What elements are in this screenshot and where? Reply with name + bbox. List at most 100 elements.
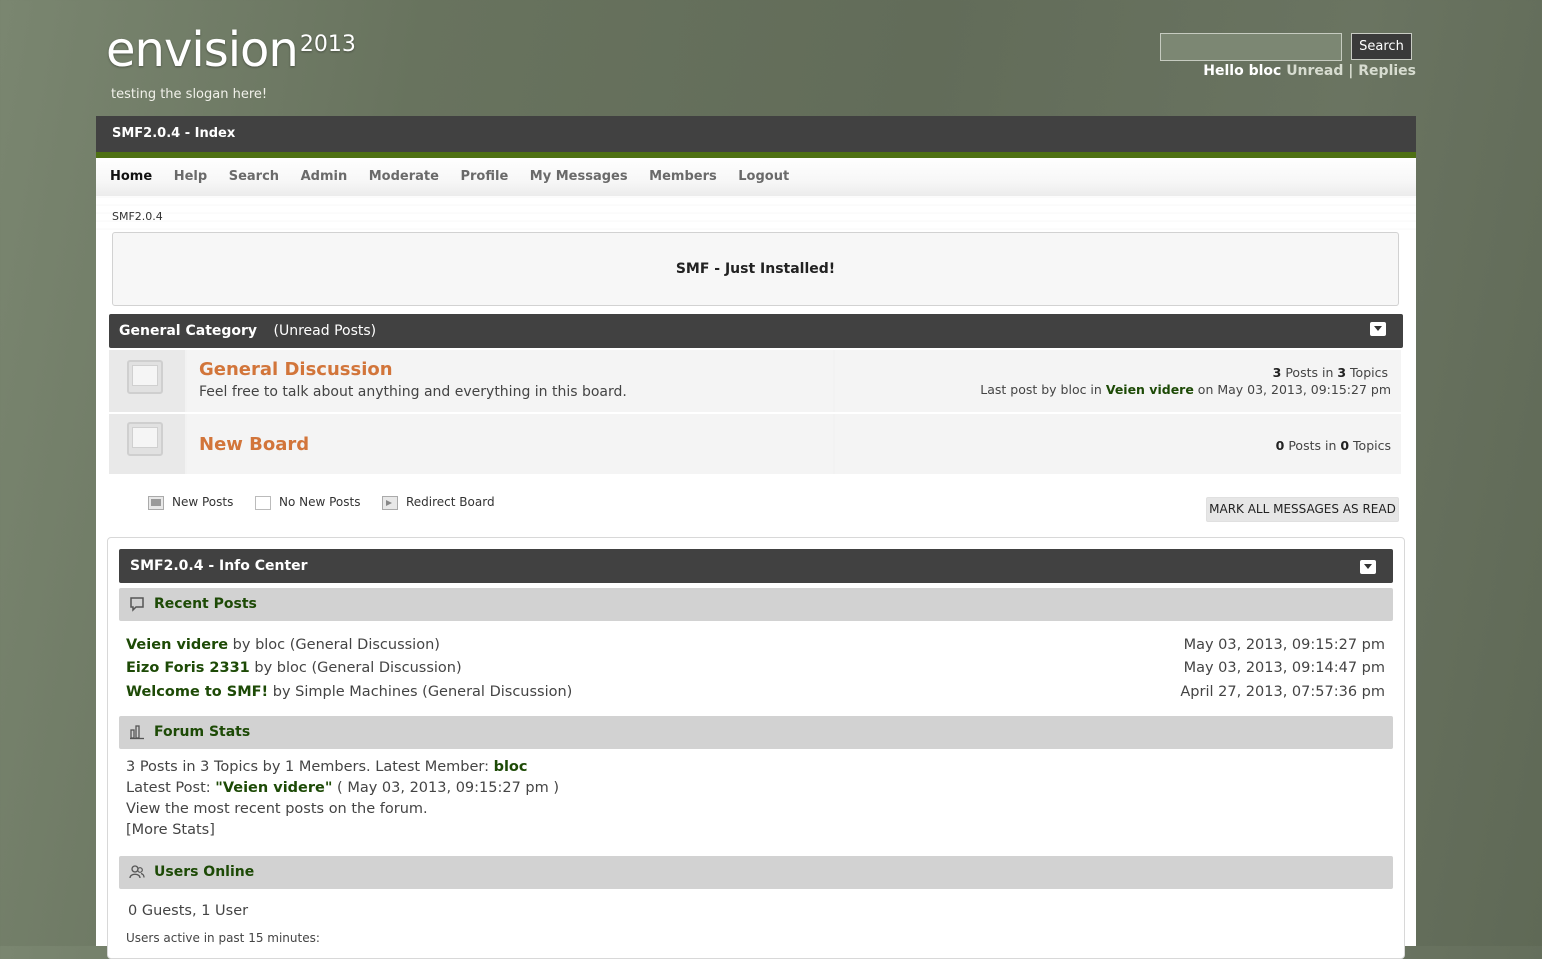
board-stats-cell: 0 Posts in 0 Topics bbox=[835, 414, 1401, 474]
mark-all-read-button[interactable]: MARK ALL MESSAGES AS READ bbox=[1206, 497, 1399, 522]
post-count: 3 bbox=[1272, 365, 1282, 380]
nav-help[interactable]: Help bbox=[174, 158, 207, 196]
board-row: General Discussion Feel free to talk abo… bbox=[109, 350, 1401, 412]
users-online-header: Users Online bbox=[119, 856, 1393, 889]
nav-profile[interactable]: Profile bbox=[460, 158, 508, 196]
nav-shadow bbox=[96, 196, 1416, 236]
more-stats-link[interactable]: [More Stats] bbox=[126, 822, 215, 838]
news-announcement: SMF - Just Installed! bbox=[112, 232, 1399, 306]
forum-stats-title[interactable]: Forum Stats bbox=[154, 724, 250, 740]
recent-post-by: by bloc (General Discussion) bbox=[254, 660, 462, 676]
forum-title-bar: SMF2.0.4 - Index bbox=[96, 116, 1416, 152]
unread-link[interactable]: Unread bbox=[1286, 63, 1343, 79]
users-online-title[interactable]: Users Online bbox=[154, 864, 254, 880]
recent-post-date: May 03, 2013, 09:15:27 pm bbox=[1183, 637, 1385, 653]
unread-posts-link[interactable]: (Unread Posts) bbox=[274, 323, 377, 339]
no-new-posts-icon bbox=[255, 495, 271, 510]
nav-moderate[interactable]: Moderate bbox=[369, 158, 439, 196]
board-stats: 0 Posts in 0 Topics bbox=[1276, 437, 1391, 454]
recent-post-item: Eizo Foris 2331 by bloc (General Discuss… bbox=[126, 660, 1385, 676]
latest-member-link[interactable]: bloc bbox=[494, 759, 528, 775]
legend-redirect: Redirect Board bbox=[382, 495, 495, 510]
recent-post-date: April 27, 2013, 07:57:36 pm bbox=[1180, 684, 1385, 700]
nav-search[interactable]: Search bbox=[229, 158, 279, 196]
recent-posts-title[interactable]: Recent Posts bbox=[154, 596, 257, 612]
info-center-header: SMF2.0.4 - Info Center bbox=[119, 549, 1393, 583]
legend-label: Redirect Board bbox=[406, 495, 495, 509]
nav-logout[interactable]: Logout bbox=[738, 158, 789, 196]
speech-bubble-icon bbox=[130, 597, 144, 612]
link-separator: | bbox=[1348, 63, 1354, 79]
board-title[interactable]: New Board bbox=[199, 434, 309, 455]
board-description: Feel free to talk about anything and eve… bbox=[199, 384, 627, 400]
recent-post-item: Veien videre by bloc (General Discussion… bbox=[126, 637, 1385, 653]
site-logo[interactable]: envision2013 bbox=[106, 22, 356, 78]
board-row: New Board 0 Posts in 0 Topics bbox=[109, 414, 1401, 474]
info-center-title: SMF2.0.4 - Info Center bbox=[130, 558, 308, 574]
category-name[interactable]: General Category bbox=[119, 323, 257, 339]
board-icon-cell bbox=[109, 414, 185, 474]
last-post-suffix: on May 03, 2013, 09:15:27 pm bbox=[1197, 382, 1391, 397]
user-greeting: Hello bloc Unread | Replies bbox=[1203, 63, 1416, 79]
board-info-cell: General Discussion Feel free to talk abo… bbox=[187, 350, 833, 412]
board-stats-cell: 3 Posts in 3 Topics Last post by bloc in… bbox=[835, 350, 1401, 412]
logo-text: envision bbox=[106, 22, 299, 78]
stats-text: ( May 03, 2013, 09:15:27 pm ) bbox=[337, 780, 560, 796]
latest-post-link[interactable]: "Veien videre" bbox=[215, 780, 332, 796]
posts-label: Posts in bbox=[1285, 365, 1334, 380]
info-center: SMF2.0.4 - Info Center Recent Posts Veie… bbox=[107, 537, 1405, 959]
logo-year: 2013 bbox=[299, 32, 356, 57]
recent-posts-link[interactable]: View the most recent posts on the forum. bbox=[126, 801, 428, 817]
search-input[interactable] bbox=[1160, 33, 1342, 61]
last-post-prefix: Last post by bloc in bbox=[980, 382, 1102, 397]
users-active-label: Users active in past 15 minutes: bbox=[126, 931, 320, 945]
recent-post-topic[interactable]: Welcome to SMF! bbox=[126, 684, 268, 700]
collapse-icon[interactable] bbox=[1360, 560, 1376, 574]
category-header: General Category (Unread Posts) bbox=[109, 314, 1403, 348]
online-count: 0 Guests, 1 User bbox=[128, 903, 249, 919]
legend-no-new-posts: No New Posts bbox=[255, 495, 360, 510]
legend-new-posts: New Posts bbox=[148, 495, 233, 510]
stats-text: 3 Posts in 3 Topics by 1 Members. Latest… bbox=[126, 759, 489, 775]
hello-user: Hello bloc bbox=[1203, 63, 1282, 79]
site-slogan: testing the slogan here! bbox=[111, 87, 268, 102]
replies-link[interactable]: Replies bbox=[1358, 63, 1416, 79]
stats-summary: 3 Posts in 3 Topics by 1 Members. Latest… bbox=[126, 759, 528, 775]
recent-post-topic[interactable]: Veien videre bbox=[126, 637, 228, 653]
nav-members[interactable]: Members bbox=[649, 158, 717, 196]
main-nav: Home Help Search Admin Moderate Profile … bbox=[96, 158, 1416, 196]
nav-home[interactable]: Home bbox=[110, 158, 152, 196]
recent-posts-header: Recent Posts bbox=[119, 588, 1393, 621]
board-icon[interactable] bbox=[127, 422, 163, 456]
recent-post-topic[interactable]: Eizo Foris 2331 bbox=[126, 660, 250, 676]
stats-text: Latest Post: bbox=[126, 780, 211, 796]
topic-count: 0 bbox=[1340, 438, 1350, 453]
topics-label: Topics bbox=[1353, 438, 1391, 453]
posts-label: Posts in bbox=[1288, 438, 1337, 453]
new-posts-icon bbox=[148, 495, 164, 510]
collapse-icon[interactable] bbox=[1370, 322, 1386, 336]
recent-post-item: Welcome to SMF! by Simple Machines (Gene… bbox=[126, 684, 1385, 700]
last-post-link[interactable]: Veien videre bbox=[1106, 382, 1194, 397]
legend-label: No New Posts bbox=[279, 495, 361, 509]
board-icon-cell bbox=[109, 350, 185, 412]
recent-post-by: by bloc (General Discussion) bbox=[232, 637, 440, 653]
stats-latest-post: Latest Post: "Veien videre" ( May 03, 20… bbox=[126, 780, 559, 796]
nav-my-messages[interactable]: My Messages bbox=[530, 158, 628, 196]
bar-chart-icon bbox=[130, 725, 144, 740]
users-icon bbox=[129, 865, 145, 879]
nav-admin[interactable]: Admin bbox=[301, 158, 348, 196]
legend-label: New Posts bbox=[172, 495, 234, 509]
recent-post-by: by Simple Machines (General Discussion) bbox=[272, 684, 573, 700]
board-title[interactable]: General Discussion bbox=[199, 359, 393, 380]
topics-label: Topics bbox=[1350, 365, 1388, 380]
post-count: 0 bbox=[1275, 438, 1285, 453]
search-button[interactable]: Search bbox=[1351, 33, 1412, 60]
board-info-cell: New Board bbox=[187, 414, 833, 474]
topic-count: 3 bbox=[1337, 365, 1347, 380]
main-panel: SMF2.0.4 - Index Home Help Search Admin … bbox=[96, 116, 1416, 959]
breadcrumb[interactable]: SMF2.0.4 bbox=[112, 210, 163, 223]
forum-stats-header: Forum Stats bbox=[119, 716, 1393, 749]
board-icon[interactable] bbox=[127, 360, 163, 394]
recent-post-date: May 03, 2013, 09:14:47 pm bbox=[1183, 660, 1385, 676]
